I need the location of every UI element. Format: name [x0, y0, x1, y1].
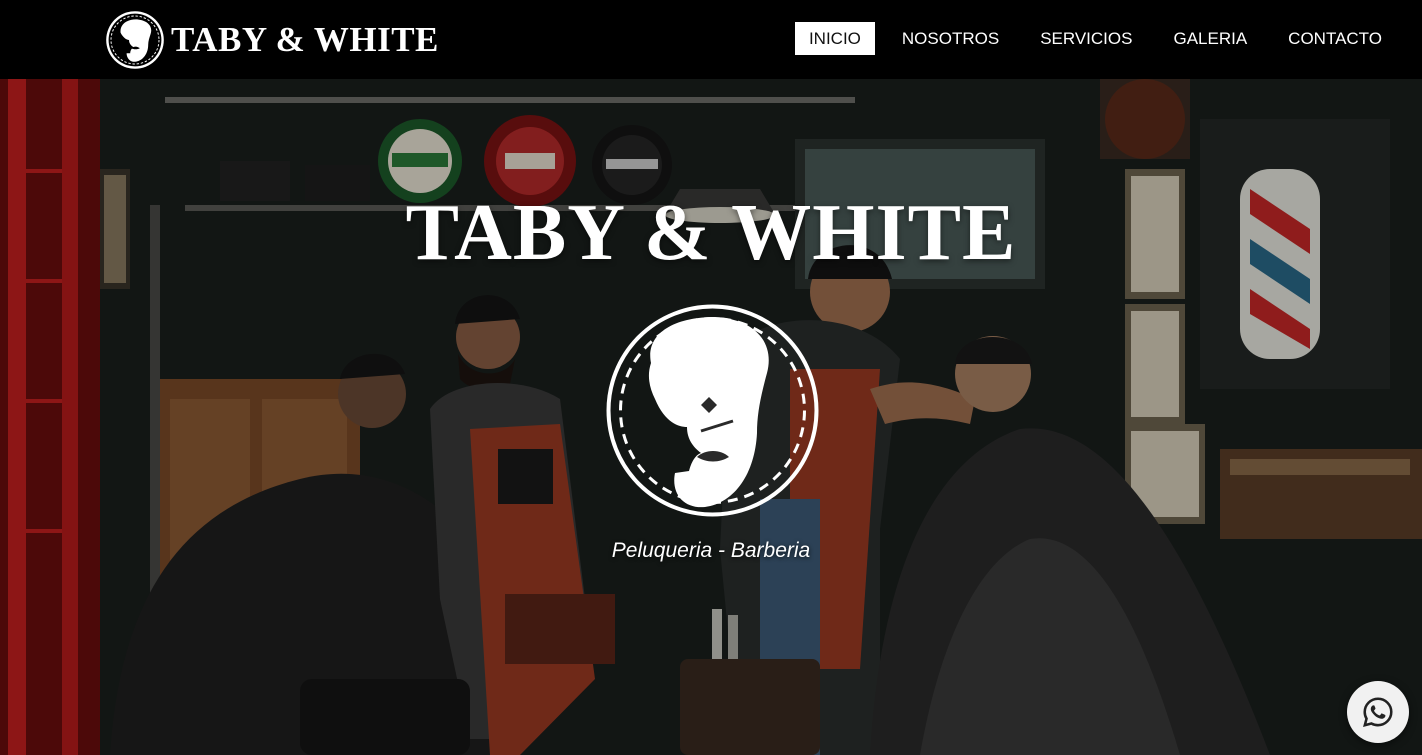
brand-name: TABY & WHITE: [171, 20, 439, 59]
main-nav: INICIO NOSOTROS SERVICIOS GALERIA CONTAC…: [782, 22, 1396, 55]
nav-item-galeria[interactable]: GALERIA: [1159, 22, 1261, 55]
hero-tagline: Peluqueria - Barberia: [611, 539, 811, 562]
nav-item-servicios[interactable]: SERVICIOS: [1026, 22, 1146, 55]
nav-item-contacto[interactable]: CONTACTO: [1274, 22, 1396, 55]
bearded-man-emblem-icon: [606, 304, 819, 517]
nav-item-nosotros[interactable]: NOSOTROS: [888, 22, 1013, 55]
hero-title: TABY & WHITE: [405, 189, 1017, 277]
brand-link[interactable]: TABY & WHITE: [105, 10, 439, 70]
whatsapp-button[interactable]: [1347, 681, 1409, 743]
navbar: TABY & WHITE INICIO NOSOTROS SERVICIOS G…: [0, 0, 1422, 79]
hero-section: TABY & WHITE Peluqueria - Barberia: [0, 79, 1422, 755]
nav-item-inicio[interactable]: INICIO: [794, 22, 875, 55]
whatsapp-icon: [1363, 697, 1393, 727]
bearded-man-logo-icon: [106, 11, 164, 69]
